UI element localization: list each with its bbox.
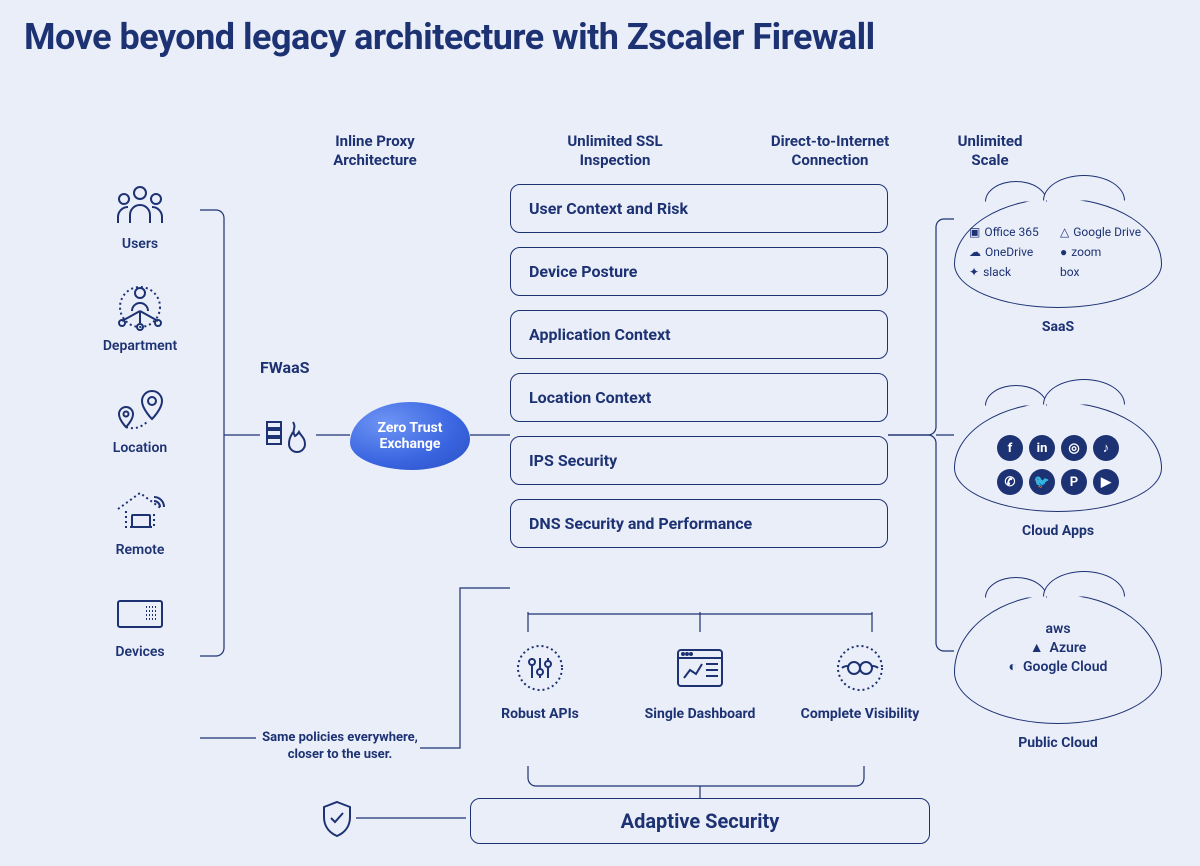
app-google-drive: △Google Drive [1060, 225, 1147, 239]
zte-label: Zero TrustExchange [370, 420, 451, 452]
left-source-column: Users Department Location [80, 180, 200, 660]
trio-single-dashboard: Single Dashboard [630, 640, 770, 722]
trio-label: Single Dashboard [630, 706, 770, 722]
cloud-public-cloud: aws ▲Azure ◐Google Cloud Public Cloud [954, 594, 1162, 724]
source-label: Users [80, 236, 200, 252]
box-device-posture: Device Posture [510, 247, 888, 296]
app-slack: ✦slack [969, 265, 1056, 279]
icon-twitter: 🐦 [1029, 469, 1055, 495]
box-dns-security: DNS Security and Performance [510, 499, 888, 548]
cloud-label: Cloud Apps [955, 523, 1161, 539]
label-inline-proxy: Inline ProxyArchitecture [290, 132, 460, 170]
box-application-context: Application Context [510, 310, 888, 359]
shield-check-icon [320, 800, 354, 834]
location-icon [110, 384, 170, 434]
context-stack: User Context and Risk Device Posture App… [510, 184, 888, 562]
icon-instagram: ◎ [1061, 435, 1087, 461]
icon-whatsapp: ✆ [997, 469, 1023, 495]
remote-icon [110, 486, 170, 536]
label-ssl-inspection: Unlimited SSLInspection [480, 132, 750, 170]
dashboard-icon [672, 640, 728, 696]
source-devices: Devices [80, 588, 200, 660]
source-label: Devices [80, 644, 200, 660]
cloud-cloud-apps: f in ◎ ♪ ✆ 🐦 P ▶ Cloud Apps [954, 402, 1162, 512]
icon-facebook: f [997, 435, 1023, 461]
api-icon [512, 640, 568, 696]
department-icon [110, 282, 170, 332]
app-onedrive: ☁OneDrive [969, 245, 1056, 259]
source-label: Location [80, 440, 200, 456]
page-title: Move beyond legacy architecture with Zsc… [24, 16, 875, 58]
app-office365: ▣Office 365 [969, 225, 1056, 239]
visibility-icon [832, 640, 888, 696]
cloud-label: SaaS [955, 319, 1161, 335]
source-remote: Remote [80, 486, 200, 558]
box-user-context: User Context and Risk [510, 184, 888, 233]
box-ips-security: IPS Security [510, 436, 888, 485]
devices-icon [110, 588, 170, 638]
top-feature-labels: Inline ProxyArchitecture Unlimited SSLIn… [290, 132, 1160, 170]
trio-complete-visibility: Complete Visibility [790, 640, 930, 722]
zero-trust-exchange: Zero TrustExchange [350, 402, 470, 470]
source-label: Remote [80, 542, 200, 558]
provider-azure: ▲Azure [969, 639, 1147, 656]
trio-robust-apis: Robust APIs [470, 640, 610, 722]
firewall-icon [265, 418, 313, 466]
trio-label: Robust APIs [470, 706, 610, 722]
provider-aws: aws [969, 621, 1147, 637]
provider-google-cloud: ◐Google Cloud [969, 658, 1147, 675]
source-department: Department [80, 282, 200, 354]
label-unlimited-scale: UnlimitedScale [910, 132, 1070, 170]
box-location-context: Location Context [510, 373, 888, 422]
source-label: Department [80, 338, 200, 354]
icon-pinterest: P [1061, 469, 1087, 495]
users-icon [110, 180, 170, 230]
cloud-label: Public Cloud [955, 735, 1161, 751]
cloud-saas: ▣Office 365 △Google Drive ☁OneDrive ●zoo… [954, 198, 1162, 308]
app-box: box [1060, 265, 1147, 279]
bottom-trio: Robust APIs Single Dashboard Complete Vi… [470, 640, 930, 722]
app-zoom: ●zoom [1060, 245, 1147, 259]
icon-tiktok: ♪ [1093, 435, 1119, 461]
trio-label: Complete Visibility [790, 706, 930, 722]
source-users: Users [80, 180, 200, 252]
icon-youtube: ▶ [1093, 469, 1119, 495]
label-direct-internet: Direct-to-InternetConnection [750, 132, 910, 170]
source-location: Location [80, 384, 200, 456]
icon-linkedin: in [1029, 435, 1055, 461]
policies-note: Same policies everywhere, closer to the … [260, 730, 420, 764]
fwaas-label: FWaaS [260, 358, 310, 377]
adaptive-security-box: Adaptive Security [470, 798, 930, 844]
